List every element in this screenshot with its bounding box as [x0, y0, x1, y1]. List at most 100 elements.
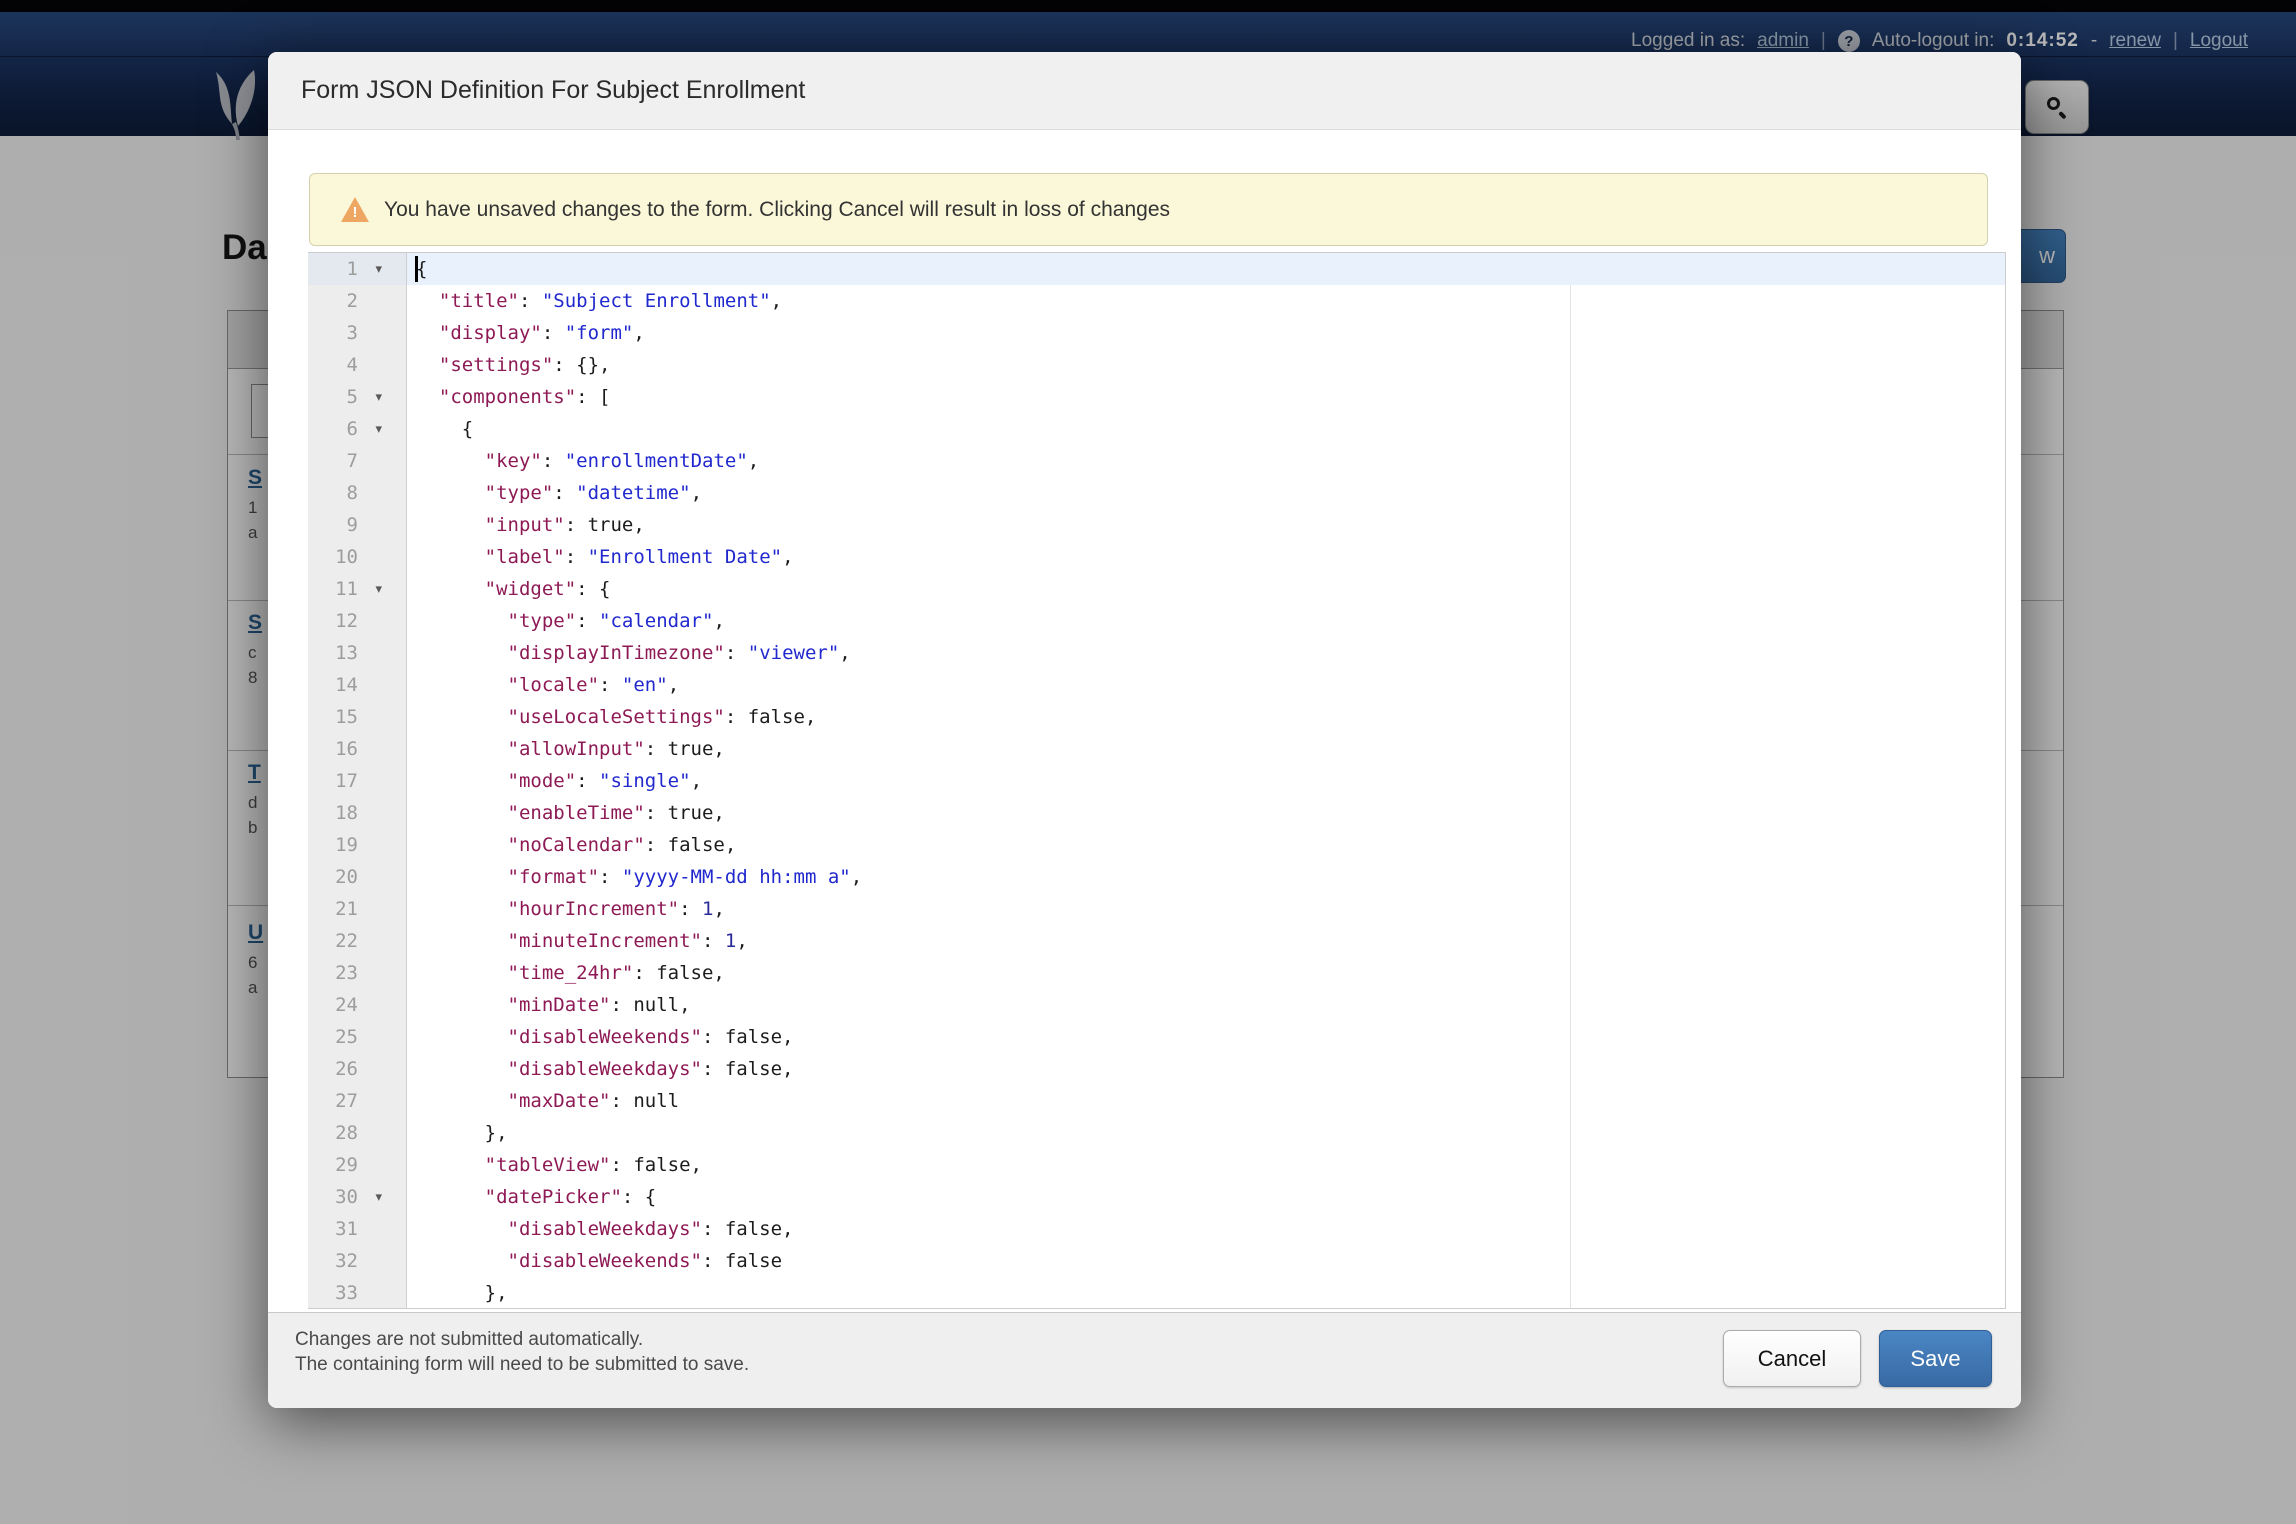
gutter-cell: 17 — [308, 765, 407, 797]
gutter-cell: 12 — [308, 605, 407, 637]
code-line-32[interactable]: 32 "disableWeekends": false — [308, 1245, 2005, 1277]
line-number: 11 — [335, 573, 358, 605]
code-text: "disableWeekends": false — [407, 1245, 2005, 1277]
code-text: }, — [407, 1277, 2005, 1309]
code-line-24[interactable]: 24 "minDate": null, — [308, 989, 2005, 1021]
gutter-cell: 29 — [308, 1149, 407, 1181]
code-text: "key": "enrollmentDate", — [407, 445, 2005, 477]
fold-arrow-icon[interactable]: ▾ — [375, 413, 382, 445]
code-line-6[interactable]: 6▾ { — [308, 413, 2005, 445]
code-text: "time_24hr": false, — [407, 957, 2005, 989]
gutter-cell: 4 — [308, 349, 407, 381]
code-line-5[interactable]: 5▾ "components": [ — [308, 381, 2005, 413]
gutter-cell: 3 — [308, 317, 407, 349]
fold-arrow-icon[interactable]: ▾ — [375, 253, 382, 285]
code-line-7[interactable]: 7 "key": "enrollmentDate", — [308, 445, 2005, 477]
code-line-18[interactable]: 18 "enableTime": true, — [308, 797, 2005, 829]
gutter-cell: 28 — [308, 1117, 407, 1149]
code-line-27[interactable]: 27 "maxDate": null — [308, 1085, 2005, 1117]
code-line-2[interactable]: 2 "title": "Subject Enrollment", — [308, 285, 2005, 317]
gutter-cell: 32 — [308, 1245, 407, 1277]
line-number: 29 — [335, 1149, 358, 1181]
code-line-8[interactable]: 8 "type": "datetime", — [308, 477, 2005, 509]
footer-note: Changes are not submitted automatically.… — [295, 1327, 749, 1377]
code-line-30[interactable]: 30▾ "datePicker": { — [308, 1181, 2005, 1213]
modal-title: Form JSON Definition For Subject Enrollm… — [301, 76, 805, 105]
gutter-cell: 20 — [308, 861, 407, 893]
gutter-cell: 26 — [308, 1053, 407, 1085]
code-line-13[interactable]: 13 "displayInTimezone": "viewer", — [308, 637, 2005, 669]
code-text: "disableWeekdays": false, — [407, 1053, 2005, 1085]
code-text: "mode": "single", — [407, 765, 2005, 797]
gutter-cell: 2 — [308, 285, 407, 317]
line-number: 7 — [347, 445, 358, 477]
code-line-14[interactable]: 14 "locale": "en", — [308, 669, 2005, 701]
fold-arrow-icon[interactable]: ▾ — [375, 381, 382, 413]
gutter-cell: 30▾ — [308, 1181, 407, 1213]
line-number: 13 — [335, 637, 358, 669]
code-line-4[interactable]: 4 "settings": {}, — [308, 349, 2005, 381]
fold-arrow-icon[interactable]: ▾ — [375, 1181, 382, 1213]
save-button[interactable]: Save — [1879, 1330, 1992, 1387]
code-text: "minDate": null, — [407, 989, 2005, 1021]
code-line-9[interactable]: 9 "input": true, — [308, 509, 2005, 541]
line-number: 17 — [335, 765, 358, 797]
line-number: 2 — [347, 285, 358, 317]
code-text: }, — [407, 1117, 2005, 1149]
code-line-16[interactable]: 16 "allowInput": true, — [308, 733, 2005, 765]
line-number: 21 — [335, 893, 358, 925]
line-number: 32 — [335, 1245, 358, 1277]
line-number: 10 — [335, 541, 358, 573]
code-text: "tableView": false, — [407, 1149, 2005, 1181]
line-number: 5 — [347, 381, 358, 413]
code-line-26[interactable]: 26 "disableWeekdays": false, — [308, 1053, 2005, 1085]
unsaved-changes-alert: ! You have unsaved changes to the form. … — [309, 173, 1988, 246]
code-line-33[interactable]: 33 }, — [308, 1277, 2005, 1309]
cancel-button[interactable]: Cancel — [1723, 1330, 1861, 1387]
line-number: 15 — [335, 701, 358, 733]
code-line-1[interactable]: 1▾{ — [308, 253, 2005, 285]
json-code-editor[interactable]: 1▾{2 "title": "Subject Enrollment",3 "di… — [308, 252, 2006, 1309]
code-text: "disableWeekdays": false, — [407, 1213, 2005, 1245]
gutter-cell: 22 — [308, 925, 407, 957]
fold-arrow-icon[interactable]: ▾ — [375, 573, 382, 605]
code-text: "disableWeekends": false, — [407, 1021, 2005, 1053]
gutter-cell: 21 — [308, 893, 407, 925]
form-json-modal: Form JSON Definition For Subject Enrollm… — [268, 52, 2021, 1408]
code-line-29[interactable]: 29 "tableView": false, — [308, 1149, 2005, 1181]
code-line-21[interactable]: 21 "hourIncrement": 1, — [308, 893, 2005, 925]
gutter-cell: 11 ▾ — [308, 573, 407, 605]
line-number: 14 — [335, 669, 358, 701]
code-line-31[interactable]: 31 "disableWeekdays": false, — [308, 1213, 2005, 1245]
line-number: 4 — [347, 349, 358, 381]
line-number: 24 — [335, 989, 358, 1021]
code-line-19[interactable]: 19 "noCalendar": false, — [308, 829, 2005, 861]
code-line-20[interactable]: 20 "format": "yyyy-MM-dd hh:mm a", — [308, 861, 2005, 893]
code-text: "format": "yyyy-MM-dd hh:mm a", — [407, 861, 2005, 893]
code-line-23[interactable]: 23 "time_24hr": false, — [308, 957, 2005, 989]
code-line-12[interactable]: 12 "type": "calendar", — [308, 605, 2005, 637]
code-line-11[interactable]: 11▾ "widget": { — [308, 573, 2005, 605]
code-line-28[interactable]: 28 }, — [308, 1117, 2005, 1149]
code-line-10[interactable]: 10 "label": "Enrollment Date", — [308, 541, 2005, 573]
warning-icon: ! — [341, 197, 369, 222]
text-cursor — [415, 256, 418, 282]
code-text: "displayInTimezone": "viewer", — [407, 637, 2005, 669]
code-line-17[interactable]: 17 "mode": "single", — [308, 765, 2005, 797]
line-number: 18 — [335, 797, 358, 829]
gutter-cell: 5▾ — [308, 381, 407, 413]
code-text: { — [407, 413, 2005, 445]
gutter-cell: 16 — [308, 733, 407, 765]
code-line-15[interactable]: 15 "useLocaleSettings": false, — [308, 701, 2005, 733]
line-number: 12 — [335, 605, 358, 637]
gutter-cell: 7 — [308, 445, 407, 477]
code-line-3[interactable]: 3 "display": "form", — [308, 317, 2005, 349]
footer-note-line2: The containing form will need to be subm… — [295, 1352, 749, 1377]
code-line-25[interactable]: 25 "disableWeekends": false, — [308, 1021, 2005, 1053]
code-text: "datePicker": { — [407, 1181, 2005, 1213]
code-line-22[interactable]: 22 "minuteIncrement": 1, — [308, 925, 2005, 957]
code-text: "title": "Subject Enrollment", — [407, 285, 2005, 317]
code-text: "components": [ — [407, 381, 2005, 413]
code-text: "maxDate": null — [407, 1085, 2005, 1117]
gutter-cell: 31 — [308, 1213, 407, 1245]
